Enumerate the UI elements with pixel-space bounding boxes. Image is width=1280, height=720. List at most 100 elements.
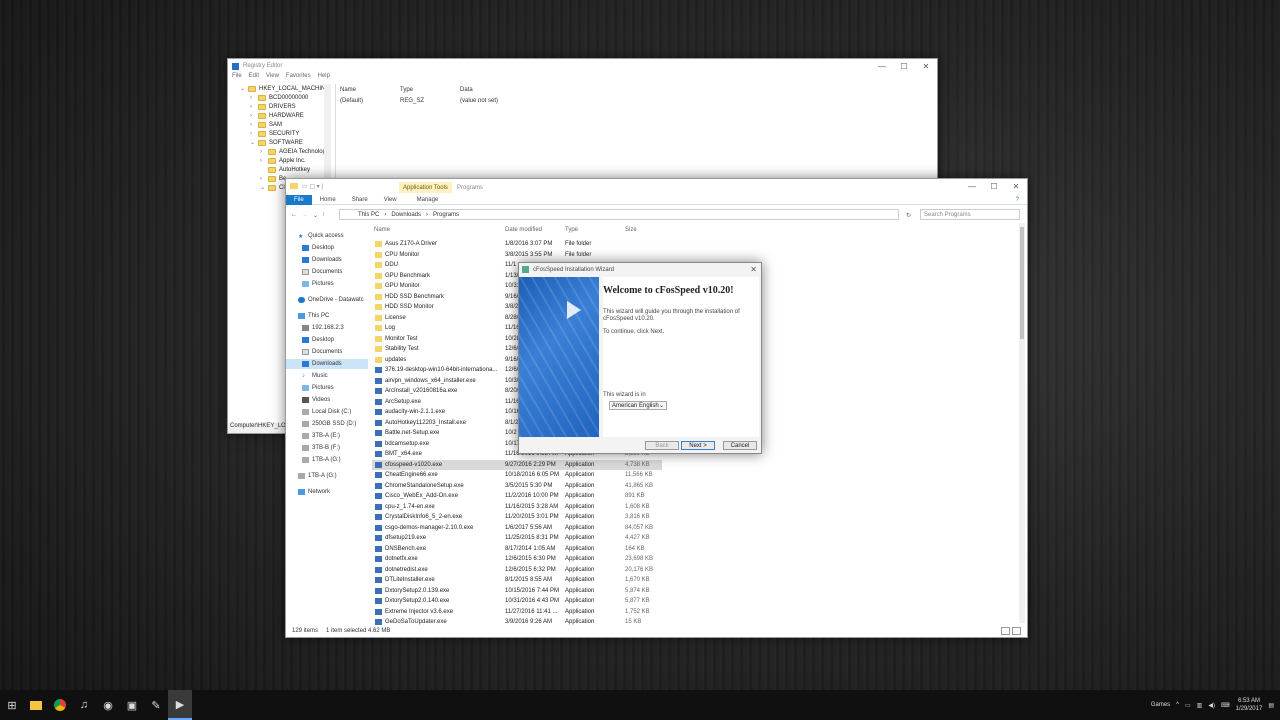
scroll-thumb[interactable] (1020, 227, 1024, 339)
nav-quick-access[interactable]: ★ Quick access (286, 231, 368, 241)
breadcrumb-this-pc[interactable]: This PC (358, 212, 379, 218)
tiles-view-icon[interactable] (1012, 627, 1021, 635)
file-row[interactable]: dfsetup219.exe 11/25/2015 8:31 PM Applicat… (372, 533, 662, 544)
notifications-icon[interactable]: ▤ (1268, 702, 1274, 709)
tree-node[interactable]: AutoHotkey (230, 165, 335, 174)
maximize-icon[interactable]: ☐ (983, 179, 1005, 193)
file-row[interactable]: DNSBench.exe 8/17/2014 1:05 AM Application… (372, 544, 662, 555)
tree-node[interactable]: ⌄ SOFTWARE (230, 138, 335, 147)
file-explorer-icon[interactable] (24, 690, 48, 720)
breadcrumb-programs[interactable]: Programs (433, 212, 459, 218)
file-list-scrollbar[interactable] (1019, 223, 1025, 623)
close-icon[interactable]: ✕ (1005, 179, 1027, 193)
next-button[interactable]: Next > (681, 441, 715, 450)
nav-pc-pictures[interactable]: Pictures (286, 383, 368, 393)
tree-node[interactable]: ⌄ HKEY_LOCAL_MACHINE (230, 84, 335, 93)
nav-drive-d[interactable]: 250GB SSD (D:) (286, 419, 368, 429)
tree-node[interactable]: › SECURITY (230, 129, 335, 138)
nav-this-pc[interactable]: This PC (286, 311, 368, 321)
network-status-icon[interactable]: ▥ (1197, 702, 1203, 709)
start-windows-icon[interactable]: ⊞ (0, 690, 24, 720)
back-icon[interactable]: ← (291, 212, 297, 218)
refresh-icon[interactable]: ↻ (906, 212, 911, 219)
qat-icons[interactable]: ▭ ▢ ▾ | (302, 183, 323, 190)
file-row[interactable]: CheatEngine66.exe 10/18/2016 6:05 PM Appli… (372, 470, 662, 481)
keyboard-icon[interactable]: ⌨ (1221, 702, 1230, 709)
tab-view[interactable]: View (376, 197, 405, 203)
nav-documents[interactable]: Documents (286, 267, 368, 277)
monitor-app-icon[interactable]: ▣ (120, 690, 144, 720)
file-row[interactable]: Cisco_WebEx_Add-On.exe 11/2/2016 10:00 PM… (372, 491, 662, 502)
file-row[interactable]: dotnetfx.exe 12/6/2015 6:30 PM Application… (372, 554, 662, 565)
column-date[interactable]: Date modified (505, 227, 542, 233)
up-icon[interactable]: ↑ (322, 212, 325, 218)
file-row[interactable]: DxtorySetup2.0.139.exe 10/15/2016 7:44 PM… (372, 586, 662, 597)
back-button[interactable]: Back (645, 441, 679, 450)
tab-home[interactable]: Home (312, 197, 344, 203)
breadcrumb-downloads[interactable]: Downloads (391, 212, 421, 218)
column-name[interactable]: Name (374, 227, 390, 233)
column-size[interactable]: Size (625, 227, 637, 233)
file-row[interactable]: Asus Z170-A Driver 1/8/2016 3:07 PM File f… (372, 239, 662, 250)
file-row[interactable]: CPU Monitor 3/8/2015 3:55 PM File folder (372, 250, 662, 261)
tree-node[interactable]: › Apple Inc. (230, 156, 335, 165)
file-row[interactable]: Extreme Injector v3.6.exe 11/27/2016 11:4… (372, 607, 662, 618)
cancel-button[interactable]: Cancel (723, 441, 757, 450)
volume-icon[interactable]: ◀) (1208, 702, 1215, 709)
cfosspeed-taskbar-icon[interactable]: ▶ (168, 690, 192, 720)
chrome-icon[interactable] (48, 690, 72, 720)
file-row[interactable]: dotnetredist.exe 12/6/2015 6:32 PM Applica… (372, 565, 662, 576)
nav-pc-desktop[interactable]: Desktop (286, 335, 368, 345)
file-row[interactable]: GeDoSaToUpdater.exe 3/9/2016 9:26 AM Appli… (372, 617, 662, 628)
nav-drive-g[interactable]: 1TB-A (G:) (286, 455, 368, 465)
nav-network-drive[interactable]: 192.168.2.3 (286, 323, 368, 333)
tab-manage[interactable]: Manage (409, 197, 447, 203)
nav-pictures[interactable]: Pictures (286, 279, 368, 289)
tree-node[interactable]: › DRIVERS (230, 102, 335, 111)
forward-icon[interactable]: → (302, 212, 308, 218)
menu-edit[interactable]: Edit (249, 73, 259, 83)
search-input[interactable]: Search Programs (920, 209, 1020, 220)
help-icon[interactable]: ? (1008, 197, 1027, 203)
maximize-icon[interactable]: ☐ (893, 59, 915, 73)
tray-app-icon[interactable]: ▭ (1185, 702, 1191, 709)
minimize-icon[interactable]: — (871, 59, 893, 73)
tab-file[interactable]: File (286, 194, 312, 205)
menu-file[interactable]: File (232, 73, 242, 83)
file-row[interactable]: ChromeStandaloneSetup.exe 3/5/2015 5:30 P… (372, 481, 662, 492)
minimize-icon[interactable]: — (961, 179, 983, 193)
tray-label[interactable]: Games (1151, 702, 1170, 708)
nav-onedrive[interactable]: OneDrive - Datawatc (286, 295, 368, 305)
nav-music[interactable]: ♪ Music (286, 371, 368, 381)
chevron-up-icon[interactable]: ^ (1176, 702, 1179, 708)
file-row[interactable]: DTLiteInstaller.exe 8/1/2015 8:55 AM Appli… (372, 575, 662, 586)
menu-help[interactable]: Help (318, 73, 330, 83)
nav-drive-c[interactable]: Local Disk (C:) (286, 407, 368, 417)
nav-pc-downloads[interactable]: Downloads (286, 359, 368, 369)
tree-node[interactable]: › BCD00000000 (230, 93, 335, 102)
headphones-icon[interactable]: ♫ (72, 690, 96, 720)
nav-pc-documents[interactable]: Documents (286, 347, 368, 357)
nav-videos[interactable]: Videos (286, 395, 368, 405)
tab-share[interactable]: Share (344, 197, 376, 203)
tree-node[interactable]: › HARDWARE (230, 111, 335, 120)
address-bar[interactable]: This PC › Downloads › Programs (339, 209, 899, 220)
file-row[interactable]: CrystalDiskInfo6_5_2-en.exe 11/20/2015 3:… (372, 512, 662, 523)
nav-downloads[interactable]: Downloads (286, 255, 368, 265)
file-row[interactable]: cpu-z_1.74-en.exe 11/16/2015 3:28 AM Appli… (372, 502, 662, 513)
close-icon[interactable]: ✕ (915, 59, 937, 73)
nav-desktop[interactable]: Desktop (286, 243, 368, 253)
nav-network[interactable]: Network (286, 487, 368, 497)
clock[interactable]: 6:53 AM 1/29/2017 (1236, 697, 1263, 713)
close-icon[interactable]: ✕ (750, 265, 757, 274)
steam-icon[interactable]: ◉ (96, 690, 120, 720)
nav-drive-g-root[interactable]: 1TB-A (G:) (286, 471, 368, 481)
navigation-pane[interactable]: ★ Quick access Desktop Downloads Document… (286, 231, 368, 629)
ahk-icon[interactable]: ✎ (144, 690, 168, 720)
nav-drive-e[interactable]: 3TB-A (E:) (286, 431, 368, 441)
registry-title-bar[interactable]: Registry Editor (228, 59, 937, 73)
menu-favorites[interactable]: Favorites (286, 73, 311, 83)
tree-node[interactable]: › SAM (230, 120, 335, 129)
language-select[interactable]: American English ⌄ (609, 401, 667, 410)
wizard-title-bar[interactable]: cFosSpeed Installation Wizard ✕ (519, 263, 761, 276)
